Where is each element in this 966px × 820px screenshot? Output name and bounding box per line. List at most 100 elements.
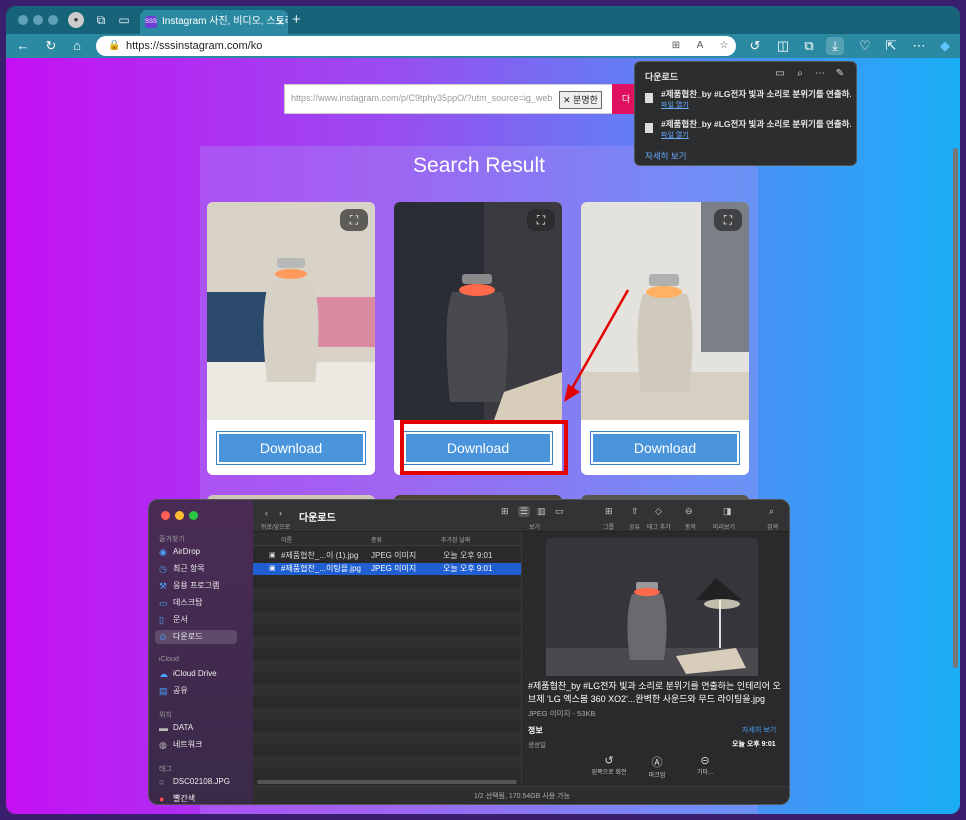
reload-button[interactable]: ↻: [42, 37, 60, 55]
sidebar-item-shared[interactable]: ▤ 공유: [159, 684, 247, 698]
download-button[interactable]: Download: [590, 431, 740, 465]
performance-icon[interactable]: ♡: [856, 37, 874, 55]
forward-chevron-icon[interactable]: ›: [279, 508, 282, 518]
more-icon[interactable]: ⋯: [813, 68, 827, 79]
group-label: 그룹: [603, 525, 615, 531]
preview-pane: #제품협찬_by #LG전자 빛과 소리로 분위기를 연출하는 인테리어 오브제…: [521, 532, 789, 786]
tab-bar: ● ⧉ ▭ SSS Instagram 사진, 비디오, 스토리, IG × +: [6, 6, 960, 34]
sidebar-item-data[interactable]: ▬ DATA: [159, 721, 247, 735]
action-label: 동작: [685, 525, 697, 531]
rotate-left-button[interactable]: ↺ 왼쪽으로 회전: [584, 754, 634, 776]
gallery-view-icon[interactable]: ▭: [555, 506, 564, 517]
tab-instagram[interactable]: SSS Instagram 사진, 비디오, 스토리, IG ×: [140, 10, 288, 34]
back-chevron-icon[interactable]: ‹: [265, 508, 268, 518]
finder-sidebar: 즐겨찾기 ◉ AirDrop ◷ 최근 항목 ⚒ 응용 프로그램 ▭ 데스크탑 ▯ 문서 …: [149, 500, 253, 804]
expand-icon[interactable]: ⛶: [340, 209, 368, 231]
download-item[interactable]: #제품협찬_by #LG전자 빛과 소리로 분위기를 연출하....jpg 파일…: [645, 118, 851, 142]
apps-icon: ⚒: [159, 581, 168, 591]
sidebar-item-label: 응용 프로그램: [173, 581, 220, 590]
file-row[interactable]: ▣ #제품협찬_...이 (1).jpg JPEG 이미지 오늘 오후 9:01: [253, 550, 521, 562]
sidebar-item-desktop[interactable]: ▭ 데스크탑: [159, 596, 247, 610]
search-icon[interactable]: ⌕: [793, 68, 807, 79]
group-icon[interactable]: ⊞: [605, 506, 613, 517]
download-button[interactable]: Download: [216, 431, 366, 465]
refresh-icon[interactable]: ↺: [746, 37, 764, 55]
column-name[interactable]: 이름: [281, 535, 292, 544]
workspaces-icon[interactable]: ⧉: [93, 12, 109, 28]
sidebar-item-airdrop[interactable]: ◉ AirDrop: [159, 545, 247, 559]
download-item[interactable]: #제품협찬_by #LG전자 빛과 소리로 분위기를 연출하....jpg 파일…: [645, 88, 851, 112]
more-actions-button[interactable]: ⊝ 기타...: [680, 754, 730, 776]
locations-header: 위치: [159, 712, 172, 719]
search-icon[interactable]: ⌕: [769, 506, 774, 517]
download-filename: #제품협찬_by #LG전자 빛과 소리로 분위기를 연출하....jpg: [661, 119, 851, 129]
see-more-link[interactable]: 자세히 보기: [645, 150, 686, 162]
close-tab-icon[interactable]: ×: [277, 10, 284, 34]
expand-icon[interactable]: ⛶: [714, 209, 742, 231]
home-button[interactable]: ⌂: [68, 37, 86, 55]
collections-icon[interactable]: ⧉: [800, 37, 818, 55]
sidebar-item-tag-dsc[interactable]: ○ DSC02108.JPG: [159, 775, 247, 789]
list-view-icon[interactable]: ☰: [518, 506, 531, 517]
sidebar-item-documents[interactable]: ▯ 문서: [159, 613, 247, 627]
share-icon[interactable]: ⇧: [631, 506, 639, 517]
open-file-link[interactable]: 파일 열기: [661, 130, 689, 140]
split-screen-icon[interactable]: ◫: [774, 37, 792, 55]
sidebar-item-network[interactable]: ◍ 네트워크: [159, 738, 247, 752]
pin-icon[interactable]: ✎: [833, 68, 847, 79]
minimize-window-button[interactable]: [175, 511, 184, 520]
expand-icon[interactable]: ⛶: [527, 209, 555, 231]
icon-view-icon[interactable]: ⊞: [501, 506, 509, 517]
show-more-link[interactable]: 자세히 보기: [742, 725, 776, 735]
column-date[interactable]: 추가된 날짜: [441, 535, 470, 544]
shared-folder-icon: ▤: [159, 686, 168, 696]
tab-actions-icon[interactable]: ▭: [116, 12, 132, 28]
read-aloud-icon[interactable]: A: [692, 36, 708, 56]
sidebar-item-icloud-drive[interactable]: ☁ iCloud Drive: [159, 667, 247, 681]
minimize-window-button[interactable]: [33, 15, 43, 25]
downloads-icon[interactable]: ⤓: [826, 37, 844, 55]
close-window-button[interactable]: [18, 15, 28, 25]
folder-icon[interactable]: ▭: [773, 68, 787, 79]
copilot-icon[interactable]: ◆: [936, 37, 954, 55]
close-window-button[interactable]: [161, 511, 170, 520]
file-row-selected[interactable]: ▣ #제품협찬_...이팅을.jpg JPEG 이미지 오늘 오후 9:01: [253, 563, 521, 575]
page-scrollbar[interactable]: [953, 148, 958, 668]
favorite-star-icon[interactable]: ☆: [716, 36, 732, 56]
markup-button[interactable]: Ⓐ 마크업: [632, 754, 682, 779]
share-icon[interactable]: ⇱: [882, 37, 900, 55]
open-file-link[interactable]: 파일 열기: [661, 100, 689, 110]
zoom-window-button[interactable]: [48, 15, 58, 25]
more-menu-icon[interactable]: ⋯: [910, 37, 928, 55]
created-value: 오늘 오후 9:01: [732, 741, 776, 748]
file-icon: [645, 123, 653, 133]
download-filename: #제품협찬_by #LG전자 빛과 소리로 분위기를 연출하....jpg: [661, 89, 851, 99]
action-icon[interactable]: ⊖: [685, 506, 693, 517]
profile-avatar[interactable]: ●: [68, 12, 84, 28]
back-button[interactable]: ←: [14, 37, 32, 55]
sidebar-item-applications[interactable]: ⚒ 응용 프로그램: [159, 579, 247, 593]
sidebar-item-label: DATA: [173, 723, 194, 732]
clear-button[interactable]: ✕ 분명한: [559, 91, 602, 109]
tag-icon[interactable]: ◇: [655, 506, 662, 517]
sidebar-item-label: 데스크탑: [173, 598, 203, 607]
preview-icon[interactable]: ◨: [723, 506, 732, 517]
sidebar-item-tag-red[interactable]: ● 빨간색: [159, 792, 247, 804]
tab-title: Instagram 사진, 비디오, 스토리, IG: [162, 16, 288, 27]
column-kind[interactable]: 종류: [371, 535, 382, 544]
url-input[interactable]: https://www.instagram.com/p/C9tphy35ppO/…: [284, 84, 624, 114]
file-date: 오늘 오후 9:01: [443, 551, 493, 560]
column-view-icon[interactable]: ▥: [537, 506, 546, 517]
new-tab-button[interactable]: +: [292, 11, 301, 28]
downloads-title: 다운로드: [645, 72, 679, 82]
sidebar-item-recents[interactable]: ◷ 최근 항목: [159, 562, 247, 576]
app-available-icon[interactable]: ⊞: [668, 36, 684, 56]
address-bar[interactable]: 🔒 https://sssinstagram.com/ko ⊞ A ☆: [96, 36, 736, 56]
zoom-window-button[interactable]: [189, 511, 198, 520]
sidebar-item-downloads[interactable]: ⊙ 다운로드: [155, 630, 237, 644]
action-label: 기타...: [696, 770, 714, 776]
horizontal-scrollbar[interactable]: [257, 780, 517, 784]
row-stripe: [253, 708, 521, 720]
preview-image: [546, 538, 758, 676]
cloud-icon: ☁: [159, 669, 168, 679]
